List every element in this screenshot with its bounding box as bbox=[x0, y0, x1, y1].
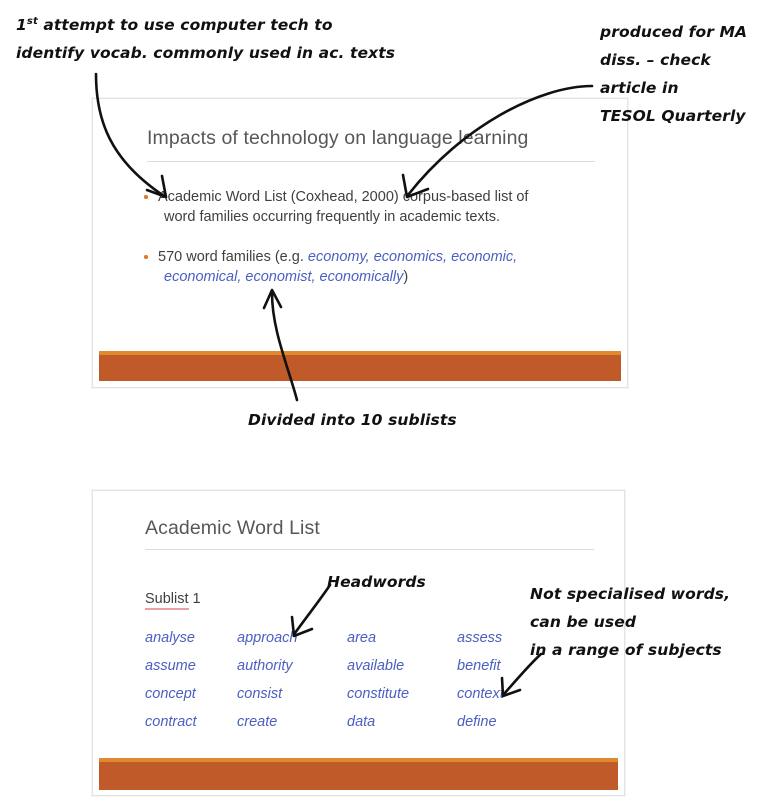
headword-cell: data bbox=[347, 714, 376, 730]
slide-impacts-of-technology[interactable]: Impacts of technology on language learni… bbox=[92, 98, 628, 388]
annotated-slides-canvas: Impacts of technology on language learni… bbox=[0, 0, 768, 804]
sublist-label-word: Sublist bbox=[145, 591, 189, 610]
headword-cell: authority bbox=[237, 658, 293, 674]
slide-two-footer-bar bbox=[99, 758, 618, 790]
headword-cell: define bbox=[457, 714, 497, 730]
annotation-text-pre: 1 bbox=[16, 16, 27, 35]
headword-cell: approach bbox=[237, 630, 298, 646]
annotation-line: produced for MA bbox=[600, 23, 748, 41]
headword-cell: analyse bbox=[145, 630, 195, 646]
slide-two-title: Academic Word List bbox=[145, 517, 320, 539]
bullet-example-words-line2: economical, economist, economically bbox=[164, 269, 404, 285]
annotation-line: identify vocab. commonly used in ac. tex… bbox=[16, 44, 396, 63]
bullet-line-2: economical, economist, economically) bbox=[158, 267, 601, 287]
headword-cell: concept bbox=[145, 686, 196, 702]
bullet-line-1: 570 word families (e.g. economy, economi… bbox=[158, 247, 601, 267]
annotation-line: 1st attempt to use computer tech to bbox=[16, 8, 395, 39]
annotation-line: TESOL Quarterly bbox=[600, 107, 746, 125]
headword-grid: analyse approach area assess assume auth… bbox=[145, 629, 565, 732]
headword-cell: consist bbox=[237, 686, 283, 702]
slide-one-title-rule bbox=[147, 161, 595, 162]
slide-one-footer-bar bbox=[99, 351, 621, 381]
headword-cell: context bbox=[457, 686, 504, 702]
annotation-divided-into-sublists: Divided into 10 sublists bbox=[248, 411, 457, 429]
headword-cell: assume bbox=[145, 658, 196, 674]
annotation-first-attempt: 1st attempt to use computer tech to iden… bbox=[16, 8, 395, 67]
bullet-example-words-line1: economy, economics, economic, bbox=[307, 249, 518, 265]
headword-cell: create bbox=[237, 714, 278, 730]
annotation-text-post: attempt to use computer tech to bbox=[37, 16, 333, 35]
bullet-text-prefix: 570 word families (e.g. bbox=[158, 249, 308, 265]
annotation-line: diss. – check bbox=[600, 51, 711, 69]
bullet-dot-icon bbox=[144, 255, 148, 259]
bullet-text-suffix: ) bbox=[403, 269, 409, 285]
slide-one-title: Impacts of technology on language learni… bbox=[147, 127, 529, 149]
annotation-line: can be used bbox=[530, 613, 637, 631]
annotation-headwords: Headwords bbox=[327, 573, 426, 591]
headword-cell: available bbox=[347, 658, 405, 674]
sublist-label-number: 1 bbox=[188, 591, 201, 607]
bullet-item-word-families: 570 word families (e.g. economy, economi… bbox=[141, 247, 601, 287]
headword-cell: area bbox=[347, 630, 377, 646]
bullet-line-2: word families occurring frequently in ac… bbox=[164, 209, 501, 225]
bullet-item-awl-definition: Academic Word List (Coxhead, 2000) corpu… bbox=[141, 187, 601, 227]
sublist-label: Sublist 1 bbox=[145, 591, 201, 610]
bullet-dot-icon bbox=[144, 195, 148, 199]
annotation-ordinal-suffix: st bbox=[26, 16, 38, 27]
annotation-produced-for-ma: produced for MA diss. – check article in… bbox=[600, 18, 747, 130]
annotation-line: in a range of subjects bbox=[530, 641, 722, 659]
slide-two-title-rule bbox=[145, 549, 594, 550]
annotation-line: Not specialised words, bbox=[530, 585, 731, 603]
slide-one-bullet-list: Academic Word List (Coxhead, 2000) corpu… bbox=[141, 187, 601, 287]
annotation-not-specialised-words: Not specialised words, can be used in a … bbox=[530, 580, 730, 664]
headword-cell: contract bbox=[145, 714, 197, 730]
bullet-line-1: Academic Word List (Coxhead, 2000) corpu… bbox=[158, 189, 529, 205]
annotation-line: article in bbox=[600, 79, 679, 97]
headword-cell: constitute bbox=[347, 686, 410, 702]
